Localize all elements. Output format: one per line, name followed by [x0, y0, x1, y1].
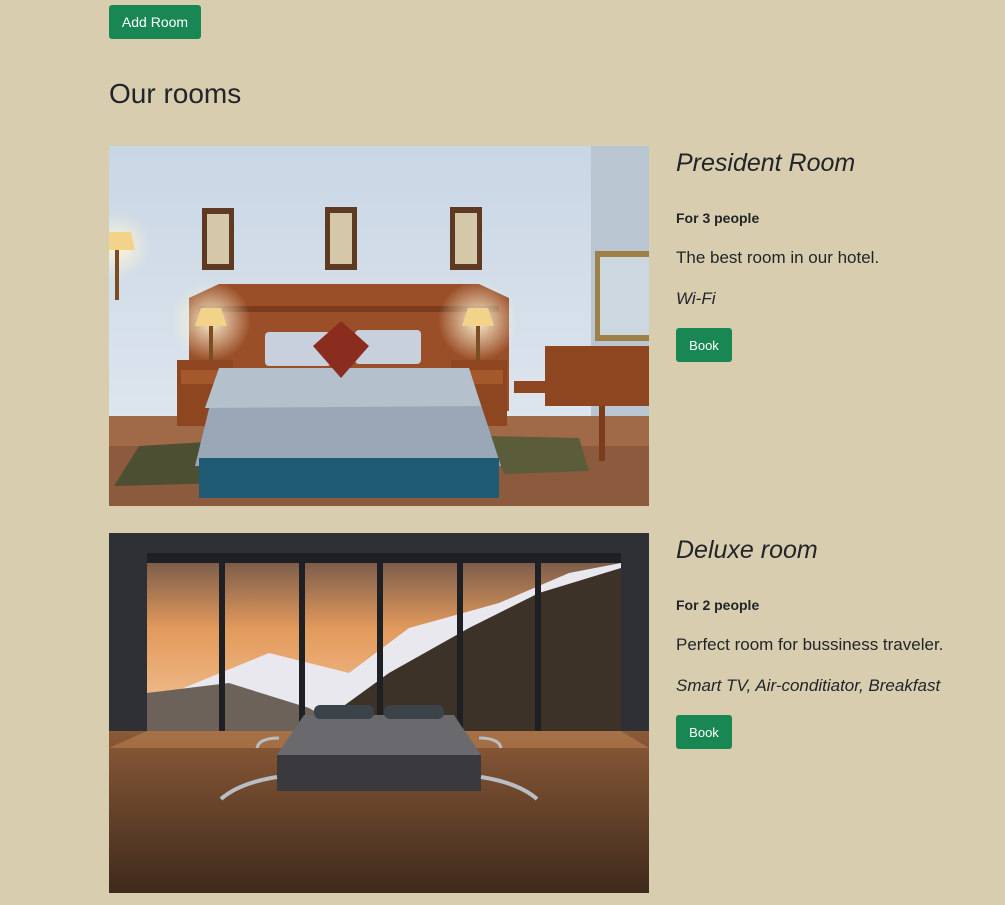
book-button[interactable]: Book [676, 715, 732, 749]
room-description: Perfect room for bussiness traveler. [676, 635, 944, 654]
room-description: The best room in our hotel. [676, 248, 880, 267]
room-card: Deluxe room For 2 people Perfect room fo… [109, 533, 1005, 893]
add-room-button[interactable]: Add Room [109, 5, 201, 39]
room-capacity: For 3 people [676, 210, 760, 226]
room-amenities: Smart TV, Air-conditiator, Breakfast [676, 676, 941, 695]
book-button[interactable]: Book [676, 328, 732, 362]
room-capacity: For 2 people [676, 597, 760, 613]
room-card: President Room For 3 people The best roo… [109, 146, 1005, 506]
room-name: President Room [676, 149, 856, 177]
page: Add Room Our rooms President Room For 3 … [0, 0, 1005, 905]
room-name: Deluxe room [676, 536, 818, 564]
hotel-bedroom-photo [109, 146, 649, 506]
room-amenities: Wi-Fi [676, 289, 716, 308]
room-photo [109, 146, 649, 506]
page-title: Our rooms [109, 78, 242, 109]
room-photo [109, 533, 649, 893]
mountain-view-bedroom-photo [109, 533, 649, 893]
